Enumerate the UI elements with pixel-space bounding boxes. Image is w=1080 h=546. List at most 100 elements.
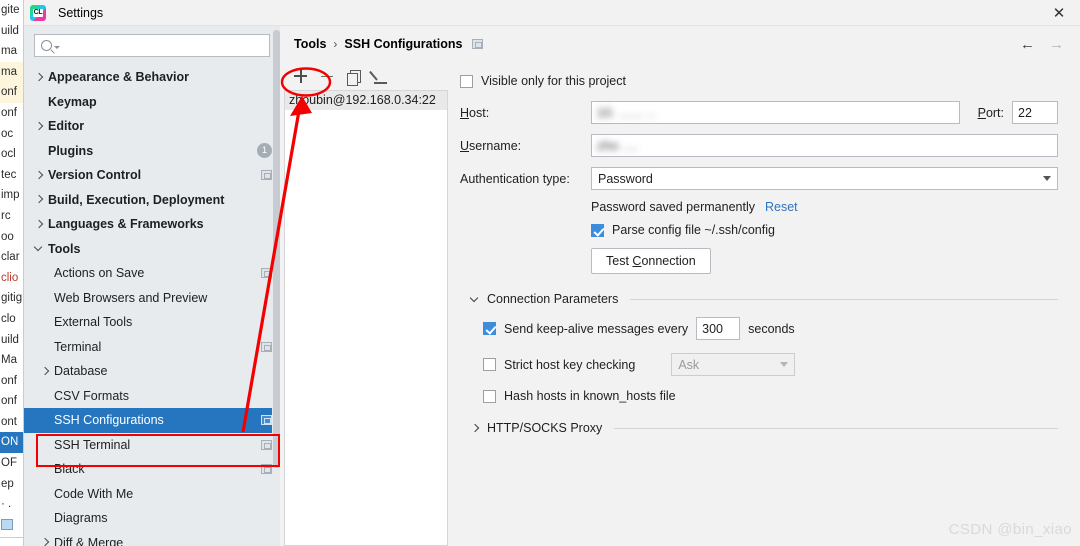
forward-arrow-icon[interactable]: →: [1049, 37, 1064, 52]
hash-hosts-checkbox[interactable]: [483, 390, 496, 403]
search-icon: [41, 40, 52, 51]
sidebar-item-terminal[interactable]: Terminal: [24, 335, 280, 360]
breadcrumb-separator-icon: ›: [333, 37, 337, 51]
chevron-right-icon[interactable]: [32, 119, 46, 133]
strict-host-checkbox[interactable]: [483, 358, 496, 371]
chevron-right-icon[interactable]: [32, 217, 46, 231]
back-arrow-icon[interactable]: ←: [1020, 37, 1035, 52]
sidebar-item-actions-on-save[interactable]: Actions on Save: [24, 261, 280, 286]
search-input[interactable]: [64, 38, 263, 54]
chevron-down-icon[interactable]: [32, 242, 46, 256]
copy-icon[interactable]: [346, 68, 363, 85]
auth-type-dropdown[interactable]: Password: [591, 167, 1058, 190]
sidebar-item-keymap[interactable]: Keymap: [24, 90, 280, 115]
sidebar-item-ssh-terminal[interactable]: SSH Terminal: [24, 433, 280, 458]
sidebar-item-label: Editor: [48, 119, 84, 133]
username-field[interactable]: zho ....: [591, 134, 1058, 157]
keepalive-units-label: seconds: [748, 322, 795, 336]
close-icon[interactable]: ✕: [1038, 0, 1080, 26]
sidebar-item-editor[interactable]: Editor: [24, 114, 280, 139]
bg-tree-row: Ma: [0, 350, 23, 371]
bg-tree-row: ma: [0, 41, 23, 62]
host-label: Host:: [460, 106, 591, 120]
bg-tree-row: ugg: [0, 540, 23, 546]
tree-indent-spacer: [38, 266, 52, 280]
sidebar-item-diff-merge[interactable]: Diff & Merge: [24, 531, 280, 546]
sidebar-item-ssh-configurations[interactable]: SSH Configurations: [24, 408, 280, 433]
project-scope-icon: [261, 464, 272, 474]
port-field[interactable]: 22: [1012, 101, 1058, 124]
tree-indent-spacer: [38, 511, 52, 525]
add-icon[interactable]: [292, 68, 309, 85]
sidebar-item-code-with-me[interactable]: Code With Me: [24, 482, 280, 507]
bg-tree-row: uild: [0, 21, 23, 42]
sidebar-scrollbar-thumb[interactable]: [273, 30, 280, 468]
sidebar-item-appearance-behavior[interactable]: Appearance & Behavior: [24, 65, 280, 90]
tree-indent-spacer: [38, 487, 52, 501]
plugins-update-badge: 1: [257, 143, 272, 158]
keepalive-label: Send keep-alive messages every: [504, 322, 688, 336]
sidebar-item-diagrams[interactable]: Diagrams: [24, 506, 280, 531]
hash-hosts-row[interactable]: Hash hosts in known_hosts file: [483, 389, 1058, 403]
parse-config-row[interactable]: Parse config file ~/.ssh/config: [591, 223, 1058, 237]
host-value: 10. ...... ..: [597, 106, 656, 120]
sidebar-scrollbar[interactable]: [272, 26, 280, 546]
sidebar-item-languages-frameworks[interactable]: Languages & Frameworks: [24, 212, 280, 237]
bg-tree-row: [0, 515, 23, 536]
keepalive-checkbox[interactable]: [483, 322, 496, 335]
bg-tree-row: imp: [0, 185, 23, 206]
strict-host-value: Ask: [678, 358, 699, 372]
sidebar-item-black[interactable]: Black: [24, 457, 280, 482]
navigation-buttons: ← →: [1020, 37, 1070, 52]
breadcrumb-parent[interactable]: Tools: [294, 37, 326, 51]
sidebar-item-label: Languages & Frameworks: [48, 217, 204, 231]
username-value: zho ....: [597, 139, 639, 153]
chevron-right-icon[interactable]: [38, 364, 52, 378]
bg-tree-row: gitig: [0, 288, 23, 309]
sidebar-item-web-browsers-and-preview[interactable]: Web Browsers and Preview: [24, 286, 280, 311]
chevron-right-icon[interactable]: [32, 168, 46, 182]
sidebar-item-tools[interactable]: Tools: [24, 237, 280, 262]
reset-password-link[interactable]: Reset: [765, 200, 798, 214]
project-scope-icon: [261, 268, 272, 278]
visible-only-checkbox[interactable]: [460, 75, 473, 88]
clion-icon-text: CL: [33, 9, 44, 17]
sidebar-item-label: Terminal: [54, 340, 101, 354]
ssh-configurations-list[interactable]: zhoubin@192.168.0.34:22: [284, 90, 448, 546]
strict-host-dropdown[interactable]: Ask: [671, 353, 795, 376]
project-scope-icon: [261, 170, 272, 180]
sidebar-item-version-control[interactable]: Version Control: [24, 163, 280, 188]
strict-host-row: Strict host key checking Ask: [483, 353, 1058, 376]
sidebar-item-plugins[interactable]: Plugins1: [24, 139, 280, 164]
chevron-right-icon[interactable]: [32, 193, 46, 207]
ssh-configuration-item[interactable]: zhoubin@192.168.0.34:22: [285, 91, 447, 110]
keepalive-value: 300: [702, 322, 723, 336]
dialog-titlebar: CL Settings ✕: [24, 0, 1080, 26]
search-box[interactable]: [34, 34, 270, 57]
chevron-right-icon[interactable]: [38, 536, 52, 546]
port-label: Port:: [978, 106, 1004, 120]
bg-tree-row: OF: [0, 453, 23, 474]
parse-config-checkbox[interactable]: [591, 224, 604, 237]
test-connection-button[interactable]: Test Connection: [591, 248, 711, 274]
watermark: CSDN @bin_xiao: [949, 521, 1072, 538]
sidebar-item-external-tools[interactable]: External Tools: [24, 310, 280, 335]
keepalive-seconds-field[interactable]: 300: [696, 317, 740, 340]
chevron-right-icon[interactable]: [32, 70, 46, 84]
bg-square-icon: [1, 519, 13, 530]
remove-icon[interactable]: [319, 68, 336, 85]
sidebar-item-database[interactable]: Database: [24, 359, 280, 384]
bg-tree-row: onf: [0, 371, 23, 392]
proxy-section-header[interactable]: HTTP/SOCKS Proxy: [470, 421, 1058, 435]
project-scope-icon: [472, 39, 483, 49]
sidebar-item-label: Black: [54, 462, 85, 476]
sidebar-item-build-execution-deployment[interactable]: Build, Execution, Deployment: [24, 188, 280, 213]
bg-tree-row: ep: [0, 474, 23, 495]
bg-tree-row: clo: [0, 309, 23, 330]
sidebar-item-csv-formats[interactable]: CSV Formats: [24, 384, 280, 409]
visible-only-row[interactable]: Visible only for this project: [460, 74, 1058, 88]
host-field[interactable]: 10. ...... ..: [591, 101, 960, 124]
connection-parameters-header[interactable]: Connection Parameters: [470, 292, 1058, 306]
edit-icon[interactable]: [373, 68, 390, 85]
bg-tree-row: rc: [0, 206, 23, 227]
